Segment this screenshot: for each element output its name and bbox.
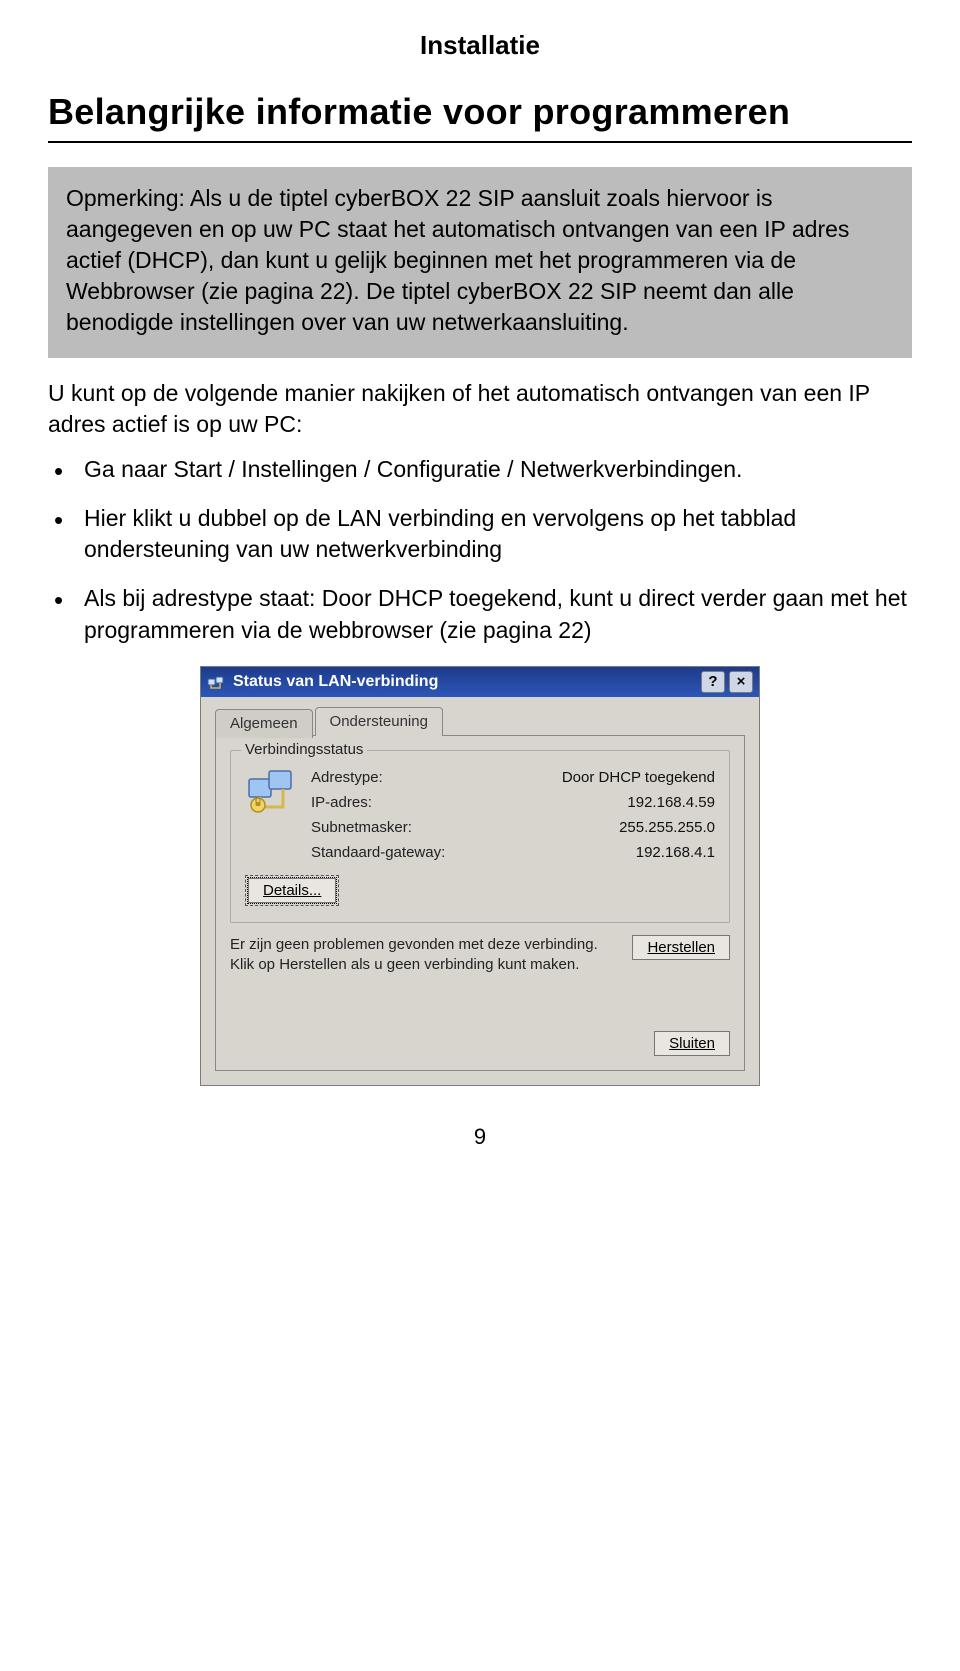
list-item: Als bij adrestype staat: Door DHCP toege… [84, 583, 912, 645]
details-button-label: Details... [263, 882, 321, 899]
value-address-type: Door DHCP toegekend [562, 769, 715, 786]
network-icon [245, 765, 297, 817]
tab-support[interactable]: Ondersteuning [315, 707, 443, 736]
dialog-titlebar: Status van LAN-verbinding ? × [201, 667, 759, 697]
label-gateway: Standaard-gateway: [311, 844, 445, 861]
tab-strip: Algemeen Ondersteuning [215, 707, 745, 736]
note-box: Opmerking: Als u de tiptel cyberBOX 22 S… [48, 167, 912, 358]
list-item: Ga naar Start / Instellingen / Configura… [84, 454, 912, 485]
repair-text: Er zijn geen problemen gevonden met deze… [230, 935, 618, 976]
tab-general[interactable]: Algemeen [215, 709, 313, 738]
close-button[interactable]: × [729, 671, 753, 693]
row-gateway: Standaard-gateway: 192.168.4.1 [311, 840, 715, 865]
help-button[interactable]: ? [701, 671, 725, 693]
value-ip: 192.168.4.59 [627, 794, 715, 811]
connection-status-group: Verbindingsstatus [230, 750, 730, 923]
row-address-type: Adrestype: Door DHCP toegekend [311, 765, 715, 790]
details-button[interactable]: Details... [248, 878, 336, 903]
label-ip: IP-adres: [311, 794, 372, 811]
label-address-type: Adrestype: [311, 769, 383, 786]
page-number: 9 [48, 1124, 912, 1150]
bullet-list: Ga naar Start / Instellingen / Configura… [48, 454, 912, 645]
dialog-title: Status van LAN-verbinding [233, 673, 693, 691]
close-footer-label: Sluiten [669, 1035, 715, 1052]
section-header: Installatie [48, 30, 912, 61]
value-subnet: 255.255.255.0 [619, 819, 715, 836]
tab-panel-support: Verbindingsstatus [215, 735, 745, 1072]
repair-button-label: Herstellen [647, 939, 715, 956]
label-subnet: Subnetmasker: [311, 819, 412, 836]
close-footer-button[interactable]: Sluiten [654, 1031, 730, 1056]
row-subnet: Subnetmasker: 255.255.255.0 [311, 815, 715, 840]
page-heading: Belangrijke informatie voor programmeren [48, 91, 912, 133]
repair-button[interactable]: Herstellen [632, 935, 730, 960]
row-ip: IP-adres: 192.168.4.59 [311, 790, 715, 815]
network-status-icon [207, 674, 225, 690]
value-gateway: 192.168.4.1 [636, 844, 715, 861]
group-legend: Verbindingsstatus [241, 741, 367, 758]
intro-paragraph: U kunt op de volgende manier nakijken of… [48, 378, 912, 440]
heading-divider [48, 141, 912, 143]
list-item: Hier klikt u dubbel op de LAN verbinding… [84, 503, 912, 565]
status-dialog: Status van LAN-verbinding ? × Algemeen O… [200, 666, 760, 1087]
